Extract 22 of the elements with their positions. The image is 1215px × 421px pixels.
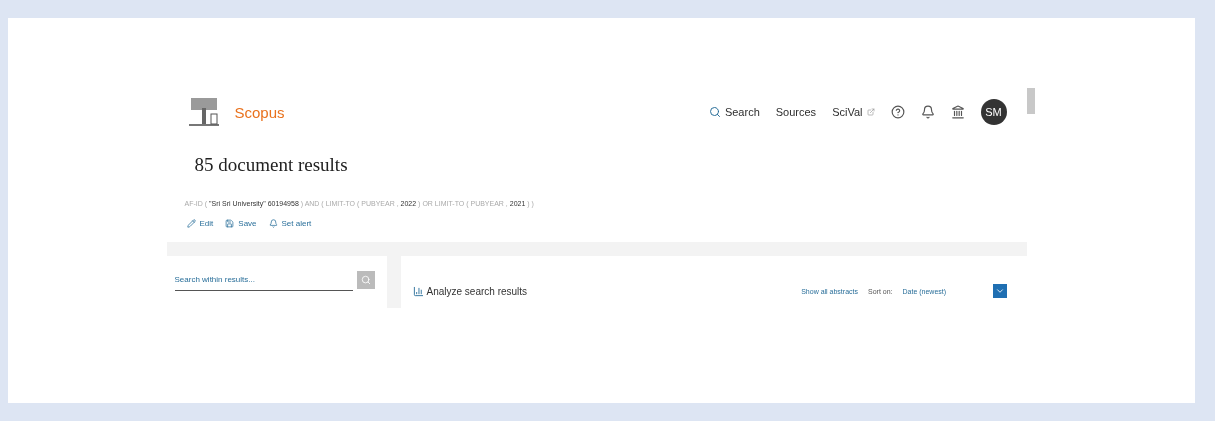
bar-chart-icon <box>412 285 424 297</box>
query-action-link[interactable]: Edit <box>186 219 214 228</box>
help-icon[interactable] <box>890 105 905 119</box>
analyze-link[interactable]: Analyze search results <box>412 285 528 297</box>
institution-icon[interactable] <box>950 105 965 119</box>
expand-button[interactable] <box>992 284 1007 298</box>
results-title: 85 document results <box>194 154 349 176</box>
query-action-link[interactable]: Save <box>225 219 257 228</box>
chevron-down-icon <box>994 286 1005 296</box>
user-avatar[interactable]: SM <box>980 99 1007 125</box>
nav-link[interactable]: Sources <box>775 106 817 118</box>
notification-icon[interactable] <box>920 105 935 119</box>
nav-link[interactable]: Search <box>708 106 760 118</box>
search-icon <box>360 274 371 285</box>
logo-text: Scopus <box>234 103 285 121</box>
query-action-link[interactable]: Set alert <box>268 219 312 228</box>
nav-link[interactable]: SciVal <box>832 106 875 118</box>
pencil-icon <box>186 219 196 228</box>
search-icon <box>708 106 721 118</box>
bell-icon <box>268 219 278 228</box>
external-link-icon <box>866 108 875 116</box>
scrollbar-thumb[interactable] <box>1026 88 1035 114</box>
